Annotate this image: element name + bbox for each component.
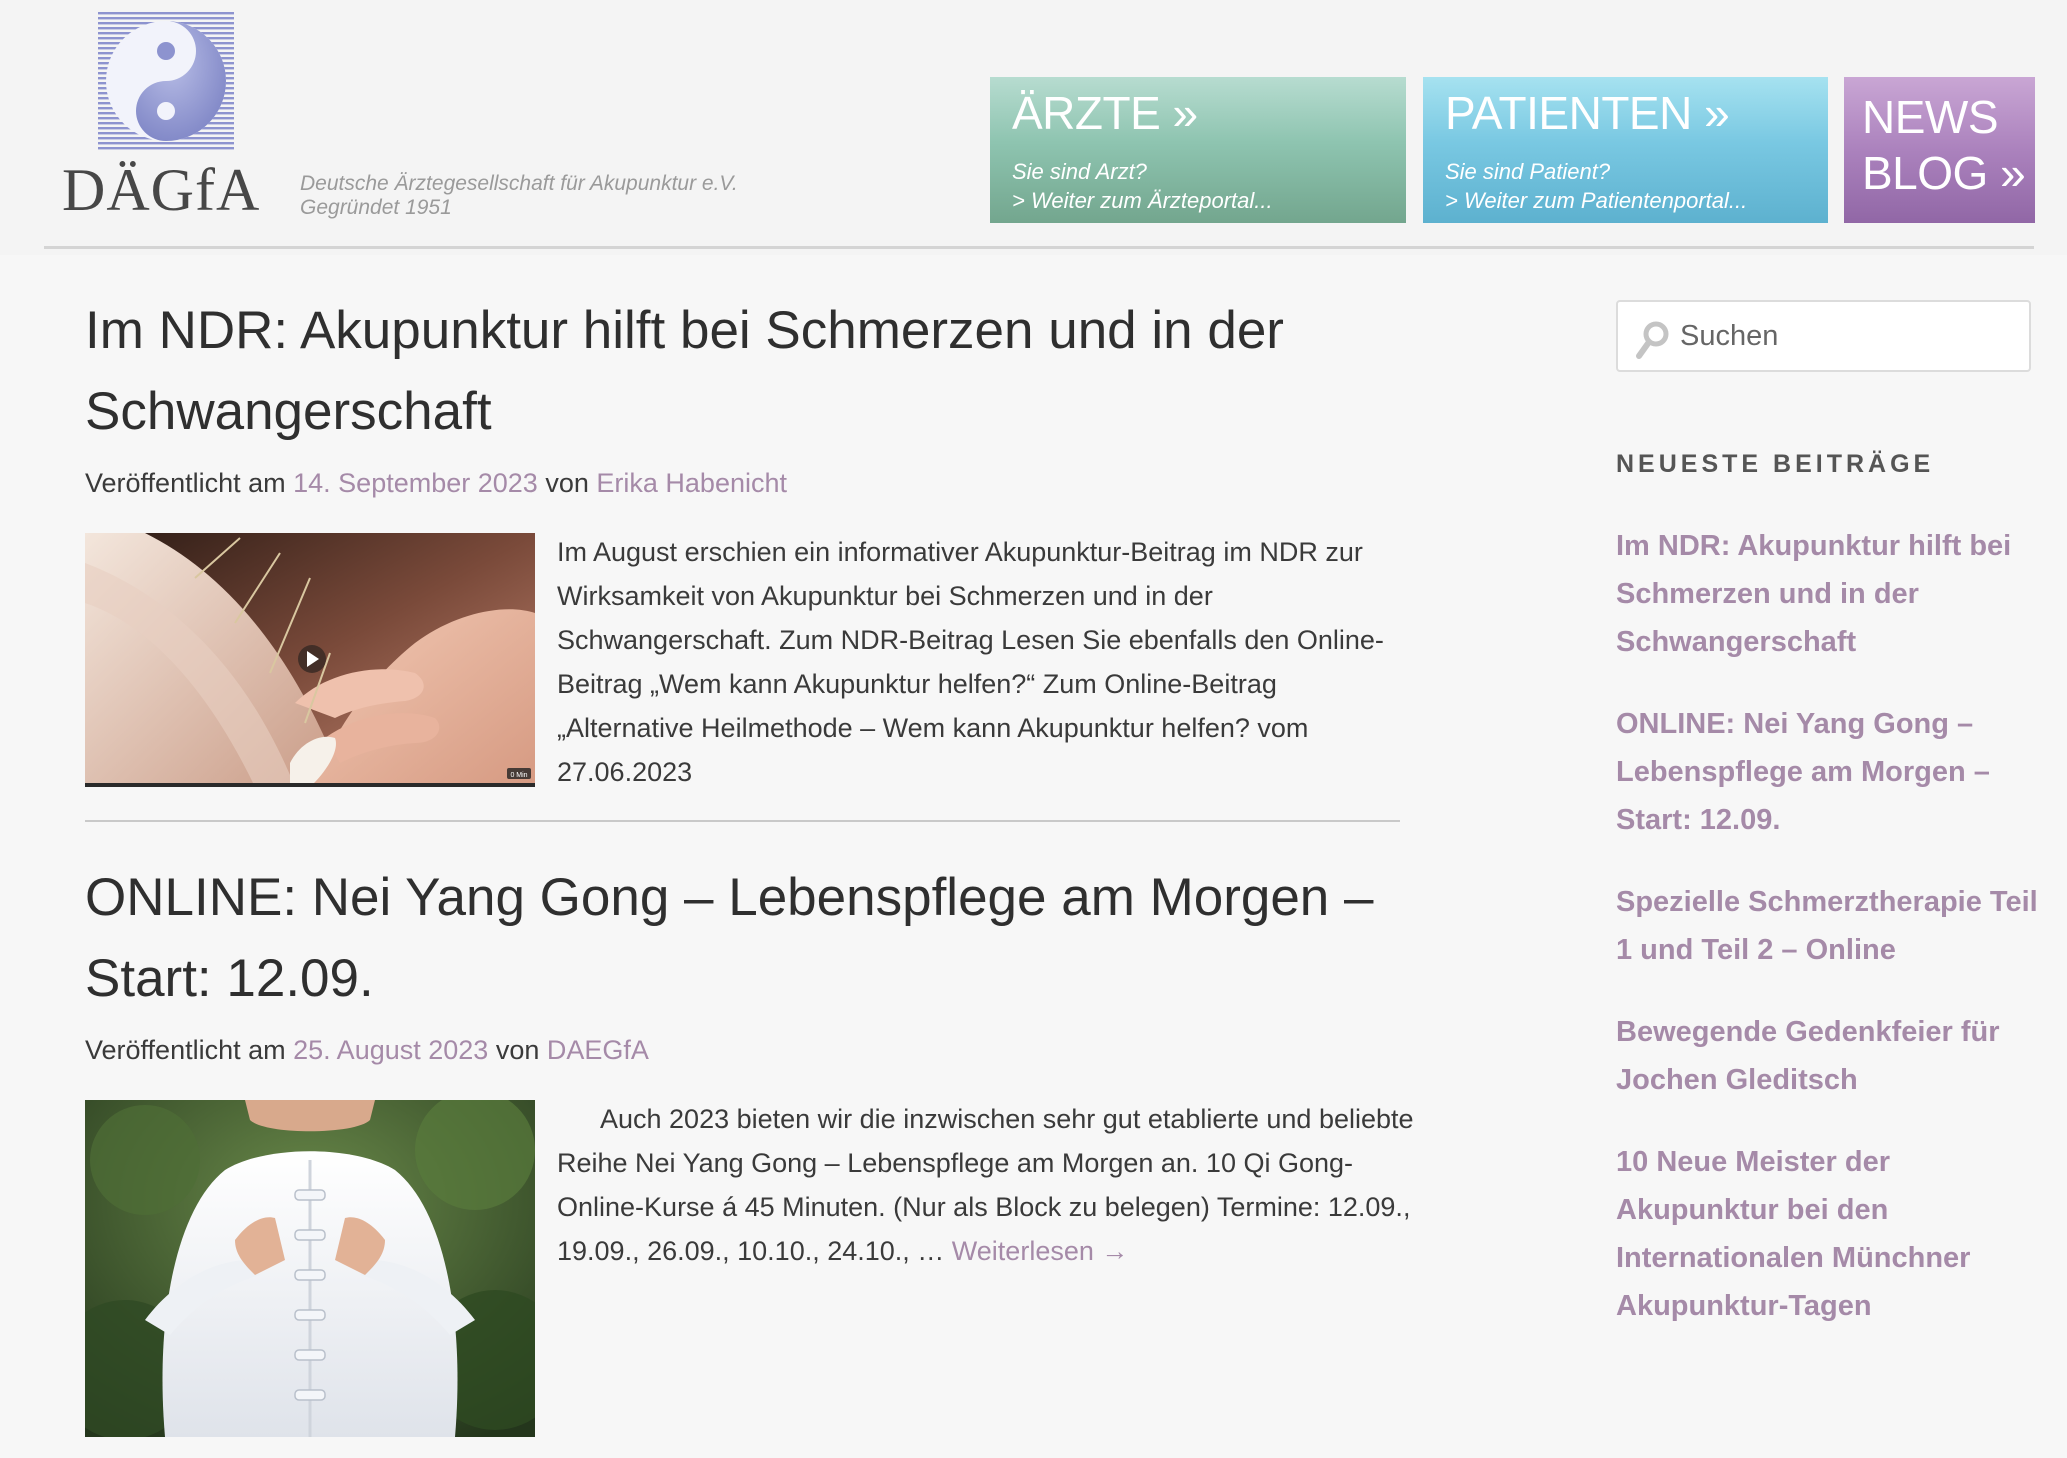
nav-tile-title-line2: BLOG » — [1862, 147, 2026, 199]
article-thumbnail[interactable] — [85, 1100, 535, 1437]
qigong-image — [85, 1100, 535, 1437]
search-input[interactable] — [1680, 302, 2020, 370]
recent-post-link[interactable]: Spezielle Schmerztherapie Teil 1 und Tei… — [1616, 878, 2046, 974]
article-author-link[interactable]: DAEGfA — [547, 1035, 649, 1065]
recent-posts-list: Im NDR: Akupunktur hilft bei Schmerzen u… — [1616, 522, 2046, 1364]
nav-tile-aerzte[interactable]: ÄRZTE » Sie sind Arzt? > Weiter zum Ärzt… — [990, 77, 1406, 223]
nav-tile-title: PATIENTEN » — [1445, 87, 1730, 139]
article-meta: Veröffentlicht am 25. August 2023 von DA… — [85, 1035, 649, 1066]
article-title[interactable]: ONLINE: Nei Yang Gong – Lebenspflege am … — [85, 857, 1405, 1019]
meta-by: von — [545, 468, 589, 498]
recent-post-link[interactable]: Im NDR: Akupunktur hilft bei Schmerzen u… — [1616, 522, 2046, 666]
acupuncture-image: 0 Min — [85, 533, 535, 787]
nav-tile-subtitle: Sie sind Arzt? > Weiter zum Ärzteportal.… — [1012, 157, 1273, 215]
article-meta: Veröffentlicht am 14. September 2023 von… — [85, 468, 787, 499]
meta-prefix: Veröffentlicht am — [85, 468, 286, 498]
search-icon — [1636, 321, 1669, 359]
article-excerpt: Auch 2023 bieten wir die inzwischen sehr… — [557, 1097, 1417, 1273]
nav-tile-patienten[interactable]: PATIENTEN » Sie sind Patient? > Weiter z… — [1423, 77, 1828, 223]
header-divider — [44, 246, 2034, 249]
nav-tile-title: NEWS BLOG » — [1862, 89, 2026, 201]
search-box[interactable] — [1616, 300, 2031, 372]
nav-tile-subtitle: Sie sind Patient? > Weiter zum Patienten… — [1445, 157, 1747, 215]
nav-tile-title: ÄRZTE » — [1012, 87, 1198, 139]
logo-wordmark: DÄGfA — [62, 157, 261, 223]
recent-post-link[interactable]: ONLINE: Nei Yang Gong – Lebenspflege am … — [1616, 700, 2046, 844]
site-header: DÄGfA Deutsche Ärztegesellschaft für Aku… — [0, 0, 2067, 255]
article-excerpt: Im August erschien ein informativer Akup… — [557, 537, 1384, 787]
nav-tile-subtitle-line2: > Weiter zum Patientenportal... — [1445, 188, 1748, 213]
article-author-link[interactable]: Erika Habenicht — [596, 468, 787, 498]
nav-tile-title-line1: NEWS — [1862, 91, 1999, 143]
article-thumbnail-video[interactable]: 0 Min — [85, 533, 535, 787]
recent-post-link[interactable]: Bewegende Gedenkfeier für Jochen Gledits… — [1616, 1008, 2046, 1104]
article: Im NDR: Akupunktur hilft bei Schmerzen u… — [85, 290, 1400, 800]
nav-tile-subtitle-line2: > Weiter zum Ärzteportal... — [1012, 188, 1273, 213]
article-date-link[interactable]: 14. September 2023 — [293, 468, 538, 498]
yin-yang-logo-icon — [98, 12, 234, 150]
article-divider — [85, 820, 1400, 822]
site-logo[interactable]: DÄGfA — [62, 12, 277, 232]
nav-tile-subtitle-line1: Sie sind Arzt? — [1012, 159, 1147, 184]
recent-posts-heading: NEUESTE BEITRÄGE — [1616, 450, 1935, 478]
nav-tile-subtitle-line1: Sie sind Patient? — [1445, 159, 1611, 184]
meta-prefix: Veröffentlicht am — [85, 1035, 286, 1065]
nav-tile-news-blog[interactable]: NEWS BLOG » — [1844, 77, 2035, 223]
article-title[interactable]: Im NDR: Akupunktur hilft bei Schmerzen u… — [85, 290, 1405, 452]
site-tagline: Deutsche Ärztegesellschaft für Akupunktu… — [300, 172, 738, 220]
tagline-line2: Gegründet 1951 — [300, 196, 452, 219]
video-duration: 0 Min — [510, 772, 527, 779]
recent-post-link[interactable]: 10 Neue Meister der Akupunktur bei den I… — [1616, 1138, 2046, 1330]
meta-by: von — [495, 1035, 540, 1065]
article: ONLINE: Nei Yang Gong – Lebenspflege am … — [85, 857, 1414, 1457]
article-date-link[interactable]: 25. August 2023 — [293, 1035, 488, 1065]
read-more-link[interactable]: Weiterlesen → — [952, 1236, 1129, 1266]
tagline-line1: Deutsche Ärztegesellschaft für Akupunktu… — [300, 172, 738, 195]
